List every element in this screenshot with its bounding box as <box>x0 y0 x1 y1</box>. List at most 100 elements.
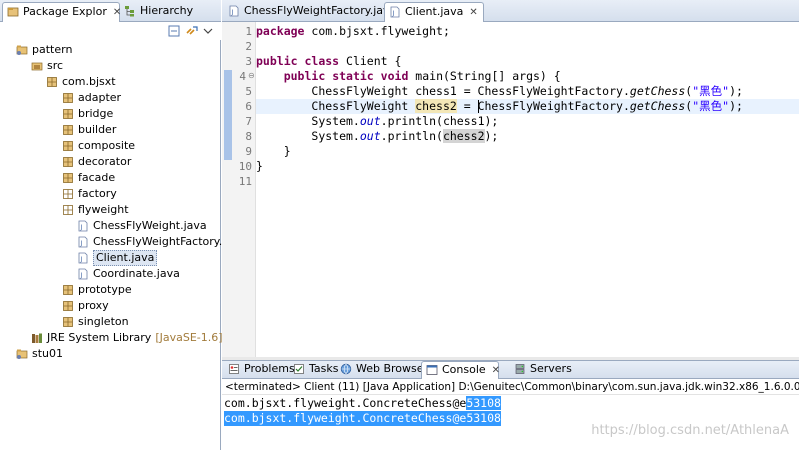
string-literal: "黑色" <box>692 99 730 113</box>
tree-item-label: bridge <box>78 107 114 120</box>
link-with-editor-icon[interactable] <box>185 24 199 38</box>
tree-item-label: Coordinate.java <box>93 267 180 280</box>
code-line-7: System.out.println(chess1); <box>256 114 498 129</box>
line-number: 8 <box>245 130 252 143</box>
line-number: 5 <box>245 85 252 98</box>
package-explorer-view: Package Explor ✕ Hierarchy pattern src co… <box>0 0 245 450</box>
method-call: getChess <box>629 99 686 113</box>
line-number: 6 <box>245 100 252 113</box>
range-indicator <box>224 70 232 160</box>
line-number: 1 <box>245 25 252 38</box>
keyword: public <box>256 54 298 68</box>
tab-label: Servers <box>530 362 572 375</box>
svg-text:J: J <box>231 9 234 16</box>
tab-hierarchy[interactable]: Hierarchy <box>120 2 218 22</box>
code-text: ); <box>729 99 743 113</box>
tab-problems[interactable]: Problems <box>224 361 295 379</box>
tree-item-label: stu01 <box>32 347 64 360</box>
code-text: ChessFlyWeight <box>311 99 416 113</box>
keyword: public <box>283 69 326 83</box>
code-line-9: } <box>256 144 291 159</box>
java-file-icon: J <box>78 220 88 232</box>
console-output-line-2[interactable]: com.bjsxt.flyweight.ConcreteChess@e53108 <box>224 411 501 426</box>
tab-web-browser[interactable]: Web Browser <box>336 361 428 379</box>
close-icon[interactable]: ✕ <box>492 363 500 379</box>
tab-chessflyweightfactory-java[interactable]: J ChessFlyWeightFactory.java <box>224 2 396 22</box>
tree-item-label: builder <box>78 123 117 136</box>
package-icon <box>63 173 73 183</box>
globe-icon <box>340 363 352 375</box>
view-menu-icon[interactable] <box>203 24 213 38</box>
package-explorer-toolbar <box>0 22 221 40</box>
svg-text:J: J <box>80 272 83 279</box>
empty-package-icon <box>63 205 73 215</box>
library-icon <box>32 333 42 343</box>
console-icon <box>426 365 438 375</box>
code-text: main(String[] args) { <box>408 69 561 83</box>
code-text: System. <box>311 114 360 128</box>
tree-item-label: JRE System Library [JavaSE-1.6] <box>47 330 223 346</box>
static-field: out <box>359 129 381 143</box>
static-field: out <box>359 114 381 128</box>
package-icon <box>63 125 73 135</box>
line-number-ruler: 1 2 3 4 5 6 7 8 9 10 11 ⊖ <box>234 22 256 357</box>
tree-item-label: decorator <box>78 155 132 168</box>
keyword: void <box>380 69 409 83</box>
keyword: class <box>304 54 340 68</box>
tree-item-label: Client.java <box>93 250 158 266</box>
package-icon <box>63 141 73 151</box>
code-area[interactable]: package com.bjsxt.flyweight; public clas… <box>256 22 799 357</box>
console-process-description: <terminated> Client (11) [Java Applicati… <box>222 379 799 395</box>
tab-tasks[interactable]: Tasks <box>289 361 338 379</box>
code-text: com.bjsxt.flyweight; <box>304 24 450 38</box>
svg-text:J: J <box>80 224 83 231</box>
tab-label: Console <box>442 363 486 376</box>
svg-text:J: J <box>80 256 83 263</box>
tree-item-label: adapter <box>78 91 122 104</box>
line-number: 3 <box>245 55 252 68</box>
console-output-line-1[interactable]: com.bjsxt.flyweight.ConcreteChess@e53108 <box>224 396 501 411</box>
tab-package-explorer-label: Package Explor <box>23 5 107 18</box>
tab-servers[interactable]: Servers <box>510 361 572 379</box>
hierarchy-icon <box>125 6 134 17</box>
collapse-all-icon[interactable] <box>167 24 181 38</box>
package-explorer-icon <box>7 7 19 17</box>
tab-package-explorer[interactable]: Package Explor ✕ <box>2 2 121 22</box>
package-icon <box>47 77 57 87</box>
tab-label: Web Browser <box>356 362 429 375</box>
code-editor: J ChessFlyWeightFactory.java J Client.ja… <box>222 0 799 357</box>
java-file-icon: J <box>229 5 239 17</box>
package-tree: pattern src com.bjsxt adapter bridge bui… <box>0 40 245 450</box>
java-file-icon: J <box>78 252 88 264</box>
tab-console[interactable]: Console ✕ <box>421 361 500 379</box>
tree-item-label: prototype <box>78 283 132 296</box>
tree-item-label: pattern <box>32 43 73 56</box>
svg-text:J: J <box>80 240 83 247</box>
code-text: Client { <box>339 54 402 68</box>
package-icon <box>63 93 73 103</box>
close-icon[interactable]: ✕ <box>469 4 477 22</box>
tasks-icon <box>294 364 304 374</box>
watermark: https://blog.csdn.net/AthlenaA <box>591 423 789 438</box>
code-text: ChessFlyWeight chess1 = ChessFlyWeightFa… <box>311 84 630 98</box>
code-line-6: ChessFlyWeight chess2 = ChessFlyWeightFa… <box>256 99 799 114</box>
tab-label: Client.java <box>405 5 464 18</box>
code-line-5: ChessFlyWeight chess1 = ChessFlyWeightFa… <box>256 84 743 99</box>
code-line-4: public static void main(String[] args) { <box>256 69 561 84</box>
line-number: 11 <box>238 175 252 188</box>
tab-client-java[interactable]: J Client.java ✕ <box>384 2 484 22</box>
code-line-8: System.out.println(chess2); <box>256 129 498 144</box>
java-file-icon: J <box>78 236 88 248</box>
line-number: 7 <box>245 115 252 128</box>
code-line-3: public class Client { <box>256 54 401 69</box>
tree-item-label: proxy <box>78 299 109 312</box>
source-folder-icon <box>31 62 43 71</box>
fold-toggle-icon[interactable]: ⊖ <box>248 71 255 80</box>
variable-occurrence: chess2 <box>415 99 457 113</box>
package-icon <box>63 157 73 167</box>
code-text: } <box>283 144 291 158</box>
editor-tabbar: J ChessFlyWeightFactory.java J Client.ja… <box>222 0 799 22</box>
tree-item-label: com.bjsxt <box>62 75 116 88</box>
code-text: .println( <box>380 129 443 143</box>
project-icon <box>16 45 28 55</box>
